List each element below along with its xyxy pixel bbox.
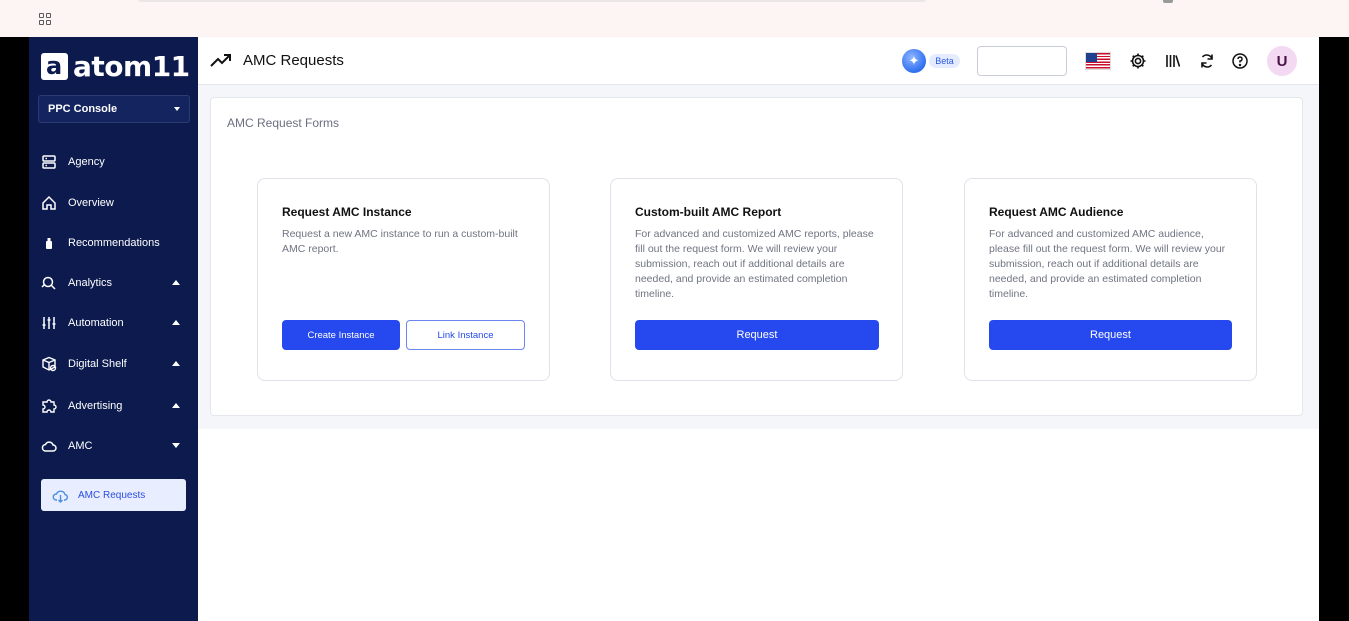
card-description: For advanced and customized AMC reports,… bbox=[635, 228, 874, 300]
amc-request-forms-panel: AMC Request Forms Request AMC Instance R… bbox=[210, 97, 1303, 416]
sidebar-item-advertising[interactable]: Advertising bbox=[29, 394, 198, 418]
ai-assistant-sparkle-icon[interactable]: ✦ bbox=[902, 49, 926, 73]
avatar[interactable]: U bbox=[1267, 46, 1297, 76]
top-header: AMC Requests ✦ Beta U bbox=[198, 37, 1319, 85]
console-label: PPC Console bbox=[48, 103, 118, 115]
bulb-icon bbox=[41, 235, 57, 251]
sidebar-item-label: Digital Shelf bbox=[68, 358, 127, 370]
create-instance-button[interactable]: Create Instance bbox=[282, 320, 400, 350]
page-title: AMC Requests bbox=[243, 52, 344, 69]
card-custom-built-amc-report: Custom-built AMC Report For advanced and… bbox=[610, 178, 903, 381]
sidebar: atom11 PPC Console Agency Overview Recom… bbox=[29, 37, 198, 621]
sidebar-item-analytics[interactable]: Analytics bbox=[29, 271, 198, 295]
sidebar-item-label: Overview bbox=[68, 197, 114, 209]
sidebar-subitem-amc-requests[interactable]: AMC Requests bbox=[41, 479, 186, 511]
app-logo[interactable]: atom11 bbox=[41, 49, 190, 83]
header-search-input[interactable] bbox=[977, 46, 1067, 76]
chevron-up-icon bbox=[172, 280, 180, 285]
link-instance-button[interactable]: Link Instance bbox=[406, 320, 525, 350]
card-title: Custom-built AMC Report bbox=[635, 205, 782, 219]
library-icon[interactable] bbox=[1164, 52, 1182, 70]
console-selector[interactable]: PPC Console bbox=[38, 95, 190, 123]
request-report-button[interactable]: Request bbox=[635, 320, 879, 350]
sidebar-item-amc[interactable]: AMC bbox=[29, 434, 198, 458]
card-title: Request AMC Audience bbox=[989, 205, 1124, 219]
sidebar-subitem-label: AMC Requests bbox=[78, 489, 146, 501]
home-icon bbox=[41, 195, 57, 211]
refresh-icon[interactable] bbox=[1198, 52, 1216, 70]
analytics-icon bbox=[41, 275, 57, 291]
chevron-up-icon bbox=[172, 361, 180, 366]
chrome-left bbox=[0, 0, 29, 37]
gear-icon[interactable] bbox=[1129, 52, 1147, 70]
cloud-download-icon bbox=[52, 490, 68, 503]
help-icon[interactable] bbox=[1231, 52, 1249, 70]
sidebar-item-recommendations[interactable]: Recommendations bbox=[29, 231, 198, 255]
beta-badge: Beta bbox=[929, 54, 960, 68]
server-icon bbox=[41, 154, 57, 170]
sliders-icon bbox=[41, 315, 57, 331]
main-area: AMC Requests ✦ Beta U AMC Request Forms … bbox=[198, 37, 1319, 621]
sidebar-item-label: Recommendations bbox=[68, 237, 160, 249]
card-request-amc-audience: Request AMC Audience For advanced and cu… bbox=[964, 178, 1257, 381]
browser-indicator bbox=[1163, 0, 1173, 3]
request-audience-button[interactable]: Request bbox=[989, 320, 1232, 350]
card-request-amc-instance: Request AMC Instance Request a new AMC i… bbox=[257, 178, 550, 381]
screen-edge-right bbox=[1319, 37, 1349, 621]
sidebar-item-label: Agency bbox=[68, 156, 105, 168]
card-title: Request AMC Instance bbox=[282, 205, 412, 219]
apps-grid-icon[interactable] bbox=[39, 13, 51, 25]
trending-up-icon bbox=[210, 54, 231, 67]
us-flag-icon[interactable] bbox=[1085, 52, 1111, 70]
card-description: For advanced and customized AMC audience… bbox=[989, 228, 1226, 300]
sidebar-item-label: Analytics bbox=[68, 277, 113, 289]
card-description: Request a new AMC instance to run a cust… bbox=[282, 228, 518, 255]
browser-top-strip bbox=[29, 0, 1319, 37]
chevron-up-icon bbox=[172, 403, 180, 408]
address-bar[interactable] bbox=[137, 0, 927, 2]
sidebar-item-agency[interactable]: Agency bbox=[29, 150, 198, 174]
sidebar-item-label: Automation bbox=[68, 317, 124, 329]
sidebar-item-label: Advertising bbox=[68, 400, 123, 412]
sidebar-item-automation[interactable]: Automation bbox=[29, 311, 198, 335]
panel-title: AMC Request Forms bbox=[227, 116, 340, 130]
shelf-icon bbox=[41, 356, 57, 372]
chevron-down-icon bbox=[172, 443, 180, 448]
sidebar-item-label: AMC bbox=[68, 440, 93, 452]
logo-text: atom11 bbox=[73, 49, 190, 83]
puzzle-icon bbox=[41, 398, 57, 414]
sidebar-item-digital-shelf[interactable]: Digital Shelf bbox=[29, 352, 198, 376]
chevron-up-icon bbox=[172, 320, 180, 325]
cloud-icon bbox=[41, 438, 57, 454]
chevron-down-icon bbox=[174, 107, 180, 111]
sidebar-item-overview[interactable]: Overview bbox=[29, 191, 198, 215]
chrome-right bbox=[1319, 0, 1349, 37]
logo-mark-icon bbox=[41, 52, 68, 80]
